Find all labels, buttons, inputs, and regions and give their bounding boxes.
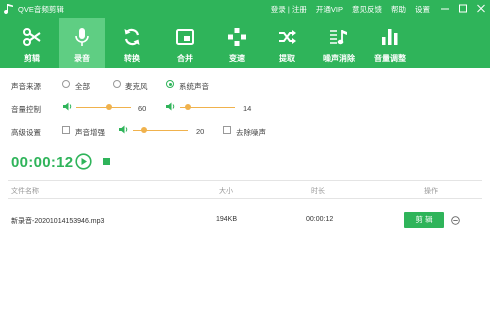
main-toolbar: 剪辑 录音 转换 合并 变速 提取 噪声消除 音量调整 — [0, 18, 490, 68]
tool-label: 提取 — [279, 54, 295, 63]
close-icon[interactable] — [476, 2, 486, 15]
speed-icon — [228, 28, 246, 46]
tool-record[interactable]: 录音 — [59, 18, 105, 68]
enhance-knob[interactable] — [141, 127, 147, 133]
enhance-label[interactable]: 声音增强 — [75, 127, 105, 138]
app-logo-icon — [4, 4, 13, 14]
tool-label: 转换 — [124, 54, 140, 63]
source-all-label[interactable]: 全部 — [75, 81, 90, 92]
source-label: 声音来源 — [11, 82, 41, 91]
scissors-icon — [23, 28, 41, 46]
col-duration-header: 时长 — [311, 188, 325, 195]
maximize-icon[interactable] — [458, 2, 468, 15]
system-volume-knob[interactable] — [184, 104, 191, 110]
system-volume-speaker-icon — [166, 102, 175, 111]
mic-volume-value: 60 — [138, 104, 147, 113]
denoise-label[interactable]: 去除噪声 — [236, 127, 266, 138]
merge-icon — [176, 29, 194, 45]
play-icon[interactable] — [75, 153, 92, 170]
tool-speed[interactable]: 变速 — [214, 18, 260, 68]
tool-denoise[interactable]: 噪声消除 — [316, 18, 362, 68]
app-title: QVE音频剪辑 — [18, 5, 64, 14]
feedback-link[interactable]: 意见反馈 — [352, 4, 382, 15]
tool-cut[interactable]: 剪辑 — [9, 18, 55, 68]
source-row: 声音来源 全部 麦克风 系统声音 — [0, 77, 490, 93]
col-size-header: 大小 — [219, 188, 233, 195]
col-action-header: 操作 — [424, 188, 438, 195]
volume-bars-icon — [382, 29, 398, 45]
tool-label: 音量调整 — [374, 54, 406, 63]
volume-label: 音量控制 — [11, 105, 41, 114]
volume-row: 音量控制 60 14 — [0, 100, 490, 116]
vip-link[interactable]: 开通VIP — [316, 4, 343, 15]
login-register-link[interactable]: 登录 | 注册 — [271, 4, 307, 15]
tool-label: 录音 — [74, 54, 90, 63]
file-name-cell: 新录音-20201014153946.mp3 — [11, 218, 105, 225]
enhance-value: 20 — [196, 127, 205, 136]
tool-label: 合并 — [177, 54, 193, 63]
tool-extract[interactable]: 提取 — [264, 18, 310, 68]
enhance-speaker-icon — [119, 125, 128, 134]
enhance-checkbox[interactable] — [62, 126, 70, 134]
mic-volume-knob[interactable] — [106, 104, 112, 110]
edit-button[interactable]: 剪 辑 — [404, 212, 444, 228]
top-menu: 登录 | 注册 开通VIP 意见反馈 帮助 设置 — [271, 4, 430, 15]
settings-link[interactable]: 设置 — [415, 4, 430, 15]
stop-icon[interactable] — [103, 158, 110, 165]
refresh-icon — [124, 28, 140, 46]
tool-label: 噪声消除 — [323, 54, 355, 63]
source-system-radio[interactable] — [166, 80, 174, 88]
microphone-icon — [75, 28, 89, 46]
source-mic-radio[interactable] — [113, 80, 121, 88]
system-volume-value: 14 — [243, 104, 252, 113]
remove-icon[interactable] — [451, 216, 460, 225]
tool-label: 剪辑 — [24, 54, 40, 63]
tool-label: 变速 — [229, 54, 245, 63]
advanced-row: 高级设置 声音增强 20 去除噪声 — [0, 123, 490, 139]
source-mic-label[interactable]: 麦克风 — [125, 81, 148, 92]
denoise-checkbox[interactable] — [223, 126, 231, 134]
divider — [8, 180, 482, 181]
source-all-radio[interactable] — [62, 80, 70, 88]
divider — [8, 198, 482, 199]
file-duration-cell: 00:00:12 — [306, 216, 334, 223]
table-header: 文件名称 大小 时长 操作 — [0, 183, 490, 197]
col-name-header: 文件名称 — [11, 188, 39, 195]
file-size-cell: 194KB — [216, 216, 238, 223]
advanced-label: 高级设置 — [11, 128, 41, 137]
window-controls — [440, 2, 486, 15]
mic-volume-slider[interactable] — [76, 107, 131, 108]
tool-volume[interactable]: 音量调整 — [367, 18, 413, 68]
music-note-icon — [330, 30, 347, 45]
minimize-icon[interactable] — [440, 2, 450, 15]
record-timer: 00:00:12 — [11, 154, 74, 171]
help-link[interactable]: 帮助 — [391, 4, 406, 15]
shuffle-icon — [279, 30, 296, 44]
title-bar: QVE音频剪辑 登录 | 注册 开通VIP 意见反馈 帮助 设置 — [0, 0, 490, 18]
tool-convert[interactable]: 转换 — [109, 18, 155, 68]
tool-merge[interactable]: 合并 — [162, 18, 208, 68]
source-system-label[interactable]: 系统声音 — [179, 81, 209, 92]
mic-volume-speaker-icon — [63, 102, 72, 111]
